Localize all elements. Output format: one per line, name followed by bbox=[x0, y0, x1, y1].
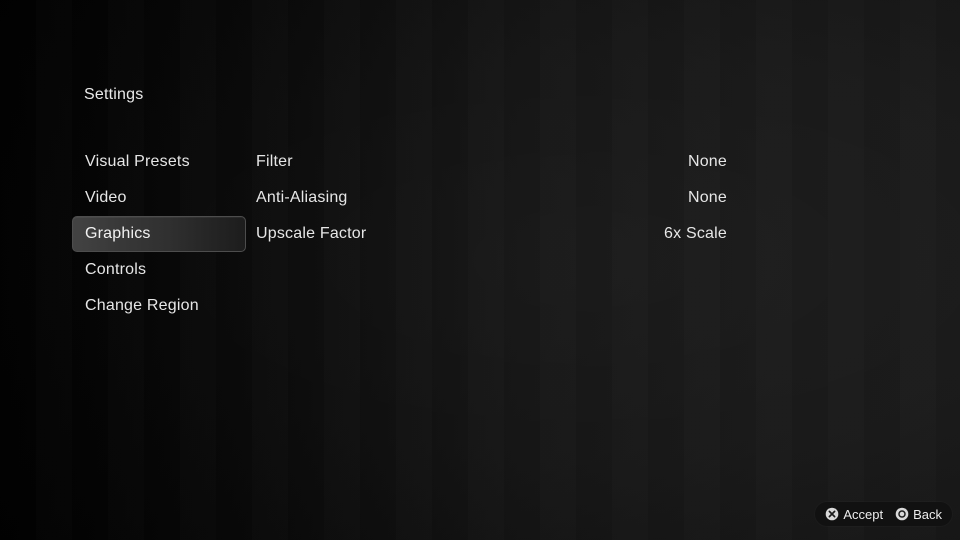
hint-accept[interactable]: Accept bbox=[825, 507, 883, 522]
sidebar-item-label: Visual Presets bbox=[85, 153, 190, 170]
hint-label: Back bbox=[913, 506, 942, 522]
setting-value[interactable]: None bbox=[688, 153, 727, 171]
page-title: Settings bbox=[84, 86, 144, 103]
settings-category-list: Visual Presets Video Graphics Controls C… bbox=[72, 144, 246, 324]
setting-label: Filter bbox=[256, 153, 293, 170]
sidebar-item-change-region[interactable]: Change Region bbox=[72, 288, 246, 324]
setting-label: Upscale Factor bbox=[256, 225, 367, 242]
settings-options-panel: Filter None Anti-Aliasing None Upscale F… bbox=[256, 144, 727, 252]
setting-value[interactable]: None bbox=[688, 189, 727, 207]
setting-row-filter[interactable]: Filter None bbox=[256, 144, 727, 180]
sidebar-item-label: Change Region bbox=[85, 297, 199, 314]
setting-label: Anti-Aliasing bbox=[256, 189, 348, 206]
hint-label: Accept bbox=[843, 506, 884, 522]
setting-row-upscale-factor[interactable]: Upscale Factor 6x Scale bbox=[256, 216, 727, 252]
sidebar-item-video[interactable]: Video bbox=[72, 180, 246, 216]
sidebar-item-graphics[interactable]: Graphics bbox=[72, 216, 246, 252]
settings-screen: Settings Visual Presets Video Graphics C… bbox=[0, 0, 960, 540]
sidebar-item-visual-presets[interactable]: Visual Presets bbox=[72, 144, 246, 180]
setting-row-anti-aliasing[interactable]: Anti-Aliasing None bbox=[256, 180, 727, 216]
setting-value[interactable]: 6x Scale bbox=[664, 225, 727, 243]
circle-button-icon bbox=[895, 507, 909, 521]
sidebar-item-label: Graphics bbox=[85, 225, 151, 242]
button-hint-bar: Accept Back bbox=[815, 502, 952, 526]
hint-back[interactable]: Back bbox=[895, 507, 942, 522]
sidebar-item-label: Controls bbox=[85, 261, 147, 278]
sidebar-item-controls[interactable]: Controls bbox=[72, 252, 246, 288]
sidebar-item-label: Video bbox=[85, 189, 127, 206]
cross-button-icon bbox=[826, 507, 839, 521]
